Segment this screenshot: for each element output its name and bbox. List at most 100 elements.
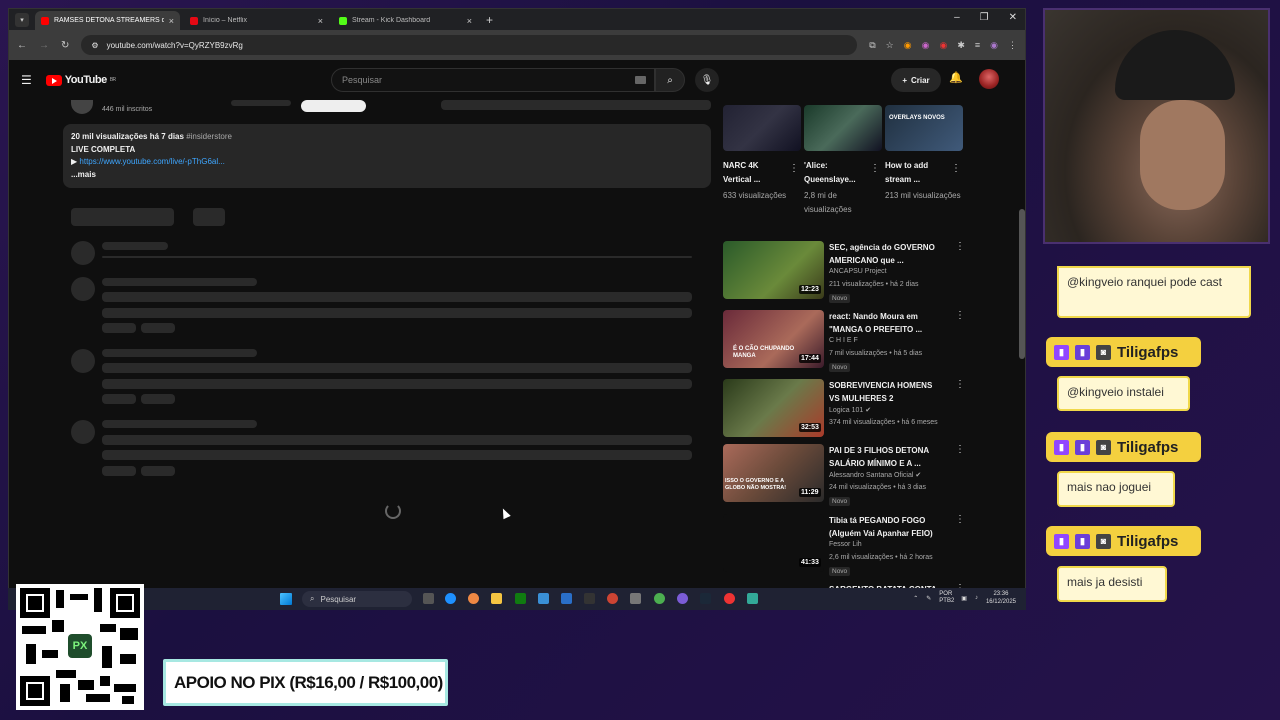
notifications-bell-icon[interactable]: 🔔: [949, 71, 963, 84]
rss-icon[interactable]: ◉: [904, 40, 912, 51]
chevron-up-icon[interactable]: ⌃: [913, 595, 918, 602]
network-icon[interactable]: ▣: [961, 595, 967, 602]
related-video[interactable]: 41:33 Tibia tá PEGANDO FOGO (Alguém Vai …: [723, 514, 973, 578]
new-tab-button[interactable]: +: [486, 13, 493, 27]
tab-close-icon[interactable]: ×: [467, 16, 472, 26]
profile-icon[interactable]: ◉: [990, 40, 998, 51]
short-title[interactable]: 'Alice: Queenslaye...: [804, 159, 870, 187]
short-title[interactable]: How to add stream ...: [885, 159, 951, 187]
short-thumbnail[interactable]: OVERLAYS NOVOS: [885, 105, 963, 151]
video-title[interactable]: PAI DE 3 FILHOS DETONA SALÁRIO MÍNIMO E …: [829, 444, 939, 470]
more-options-icon[interactable]: ⋮: [951, 163, 961, 174]
video-channel[interactable]: Logica 101 ✔: [829, 406, 871, 414]
page-scrollbar[interactable]: [1019, 209, 1025, 359]
reload-icon[interactable]: ↻: [61, 40, 69, 51]
video-channel[interactable]: ANCAPSU Project: [829, 268, 887, 275]
channel-avatar[interactable]: [71, 100, 93, 114]
site-info-icon[interactable]: ⚙: [91, 41, 98, 50]
tab-netflix[interactable]: Início – Netflix ×: [184, 11, 329, 30]
tab-search-button[interactable]: ▾: [15, 13, 29, 27]
more-options-icon[interactable]: ⋮: [789, 163, 799, 174]
chat-message: @kingveio ranquei pode cast: [1057, 266, 1251, 318]
more-options-icon[interactable]: ⋮: [955, 444, 965, 455]
show-more-link[interactable]: ...mais: [71, 169, 703, 182]
description-box[interactable]: 20 mil visualizações há 7 dias #insiders…: [63, 124, 711, 188]
video-title[interactable]: react: Nando Moura em "MANGA O PREFEITO …: [829, 310, 939, 336]
xbox-icon[interactable]: [515, 593, 526, 604]
youtube-logo[interactable]: YouTube BR: [45, 74, 116, 86]
language-indicator[interactable]: POR PTB2: [939, 591, 954, 605]
url-field[interactable]: ⚙ youtube.com/watch?v=QyRZYB9zvRg: [81, 35, 858, 55]
taskbar-search[interactable]: ⌕ Pesquisar: [302, 591, 412, 607]
pen-icon[interactable]: ✎: [926, 595, 931, 602]
more-options-icon[interactable]: ⋮: [870, 163, 880, 174]
more-options-icon[interactable]: ⋮: [955, 379, 965, 390]
app-icon[interactable]: [561, 593, 572, 604]
windows-start-icon[interactable]: [280, 593, 292, 605]
username: Tiligafps: [1117, 343, 1179, 361]
steam-icon[interactable]: [700, 593, 711, 604]
puzzle-icon[interactable]: ✱: [957, 40, 965, 51]
video-channel[interactable]: C H I E F: [829, 337, 858, 344]
minimize-icon[interactable]: –: [954, 12, 960, 23]
restore-icon[interactable]: ❐: [980, 12, 989, 23]
related-video[interactable]: É O CÃO CHUPANDO MANGA 17:44 react: Nand…: [723, 310, 973, 374]
url-text: youtube.com/watch?v=QyRZYB9zvRg: [106, 40, 243, 50]
subscribe-button[interactable]: [301, 100, 366, 112]
app-icon[interactable]: [584, 593, 595, 604]
store-icon[interactable]: [538, 593, 549, 604]
forward-icon[interactable]: →: [39, 40, 49, 51]
related-video[interactable]: 12:23 SEC, agência do GOVERNO AMERICANO …: [723, 241, 973, 305]
short-card[interactable]: OVERLAYS NOVOS How to add stream ... 213…: [885, 105, 963, 203]
extension-icon[interactable]: ◉: [922, 40, 930, 51]
more-options-icon[interactable]: ⋮: [955, 514, 965, 525]
hamburger-menu-icon[interactable]: ☰: [21, 73, 32, 87]
video-channel[interactable]: Fessor Lih: [829, 541, 862, 548]
create-button[interactable]: + Criar: [891, 68, 941, 92]
chrome-icon[interactable]: [654, 593, 665, 604]
volume-icon[interactable]: ♪: [975, 595, 978, 601]
search-input[interactable]: Pesquisar: [331, 68, 655, 92]
copilot-icon[interactable]: [468, 593, 479, 604]
bookmark-star-icon[interactable]: ☆: [886, 40, 894, 51]
related-video[interactable]: 32:53 SOBREVIVENCIA HOMENS VS MULHERES 2…: [723, 379, 973, 443]
more-options-icon[interactable]: ⋮: [955, 241, 965, 252]
short-card[interactable]: 'Alice: Queenslaye... 2,8 mi de visualiz…: [804, 105, 882, 217]
tab-kick[interactable]: Stream - Kick Dashboard ×: [333, 11, 478, 30]
video-title[interactable]: SEC, agência do GOVERNO AMERICANO que ..…: [829, 241, 939, 267]
description-link[interactable]: https://www.youtube.com/live/-pThG6al...: [79, 157, 224, 166]
app-icon[interactable]: [747, 593, 758, 604]
video-title[interactable]: Tibia tá PEGANDO FOGO (Alguém Vai Apanha…: [829, 514, 939, 540]
related-video[interactable]: ISSO O GOVERNO E A GLOBO NÃO MOSTRA! 11:…: [723, 444, 973, 508]
account-avatar[interactable]: [979, 69, 999, 89]
hashtag-link[interactable]: #insiderstore: [186, 132, 232, 141]
tab-close-icon[interactable]: ×: [169, 16, 174, 26]
media-icon[interactable]: ≡: [975, 40, 980, 51]
menu-dots-icon[interactable]: ⋮: [1008, 40, 1017, 51]
keyboard-icon[interactable]: [635, 76, 646, 84]
short-title[interactable]: NARC 4K Vertical ...: [723, 159, 789, 187]
app-icon[interactable]: [724, 593, 735, 604]
task-view-icon[interactable]: [423, 593, 434, 604]
close-window-icon[interactable]: ✕: [1009, 12, 1017, 23]
install-icon[interactable]: ⧉: [869, 40, 875, 51]
clock[interactable]: 23:36 16/12/2025: [986, 590, 1016, 606]
voice-search-button[interactable]: 🎙: [695, 68, 719, 92]
app-icon[interactable]: [607, 593, 618, 604]
discord-icon[interactable]: [677, 593, 688, 604]
app-icon[interactable]: [630, 593, 641, 604]
search-button[interactable]: ⌕: [655, 68, 685, 92]
back-icon[interactable]: ←: [17, 40, 27, 51]
edge-icon[interactable]: [445, 593, 456, 604]
tab-youtube[interactable]: RAMSÉS DETONA STREAMERS qu ×: [35, 11, 180, 30]
video-title[interactable]: SOBREVIVENCIA HOMENS VS MULHERES 2: [829, 379, 939, 405]
extension-icon[interactable]: ◉: [939, 40, 947, 51]
short-card[interactable]: NARC 4K Vertical ... 633 visualizações ⋮: [723, 105, 801, 203]
short-thumbnail[interactable]: [723, 105, 801, 151]
tab-close-icon[interactable]: ×: [318, 16, 323, 26]
comment-avatar-placeholder: [71, 420, 95, 444]
video-channel[interactable]: Alessandro Santana Oficial ✔: [829, 471, 921, 479]
file-explorer-icon[interactable]: [491, 593, 502, 604]
short-thumbnail[interactable]: [804, 105, 882, 151]
more-options-icon[interactable]: ⋮: [955, 310, 965, 321]
